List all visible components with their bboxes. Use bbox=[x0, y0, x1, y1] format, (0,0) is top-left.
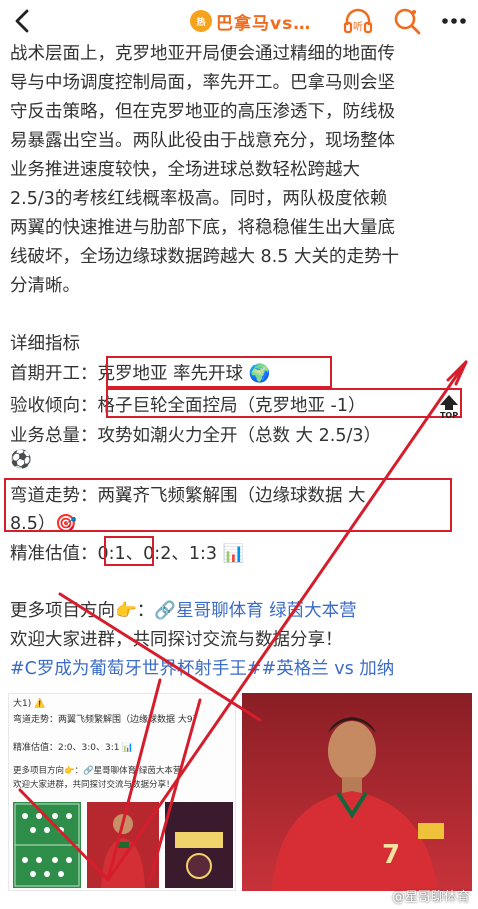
metric-key: 首期开工： bbox=[10, 364, 98, 384]
promo-poster-thumb bbox=[165, 802, 233, 888]
more-options-icon[interactable] bbox=[440, 10, 468, 32]
article-line: 易暴露出空当。两队此役由于战意充分，现场整体 bbox=[10, 131, 395, 151]
player-photo[interactable]: 7 bbox=[242, 693, 472, 891]
player-photo-thumb bbox=[87, 802, 159, 888]
metric-key: 验收倾向： bbox=[10, 396, 98, 416]
top-badge-icon[interactable]: TOP bbox=[436, 393, 462, 419]
more-label: 更多项目方向👉： bbox=[10, 601, 155, 621]
hashtag-links[interactable]: #C罗成为葡萄牙世界杯射手王##英格兰 vs 加纳 bbox=[10, 655, 394, 680]
thumb-line: 欢迎大家进群，共同探讨交流与数据分享！ bbox=[13, 780, 175, 790]
jersey-number: 7 bbox=[382, 840, 400, 870]
highlight-box-estimate bbox=[104, 536, 154, 566]
article-line: 两翼的快速推进与肋部下底，将稳稳催生出大量底 bbox=[10, 218, 395, 238]
article-line: 导与中场调度控制局面，率先开工。巴拿马则会坚 bbox=[10, 73, 395, 93]
metric-key: 业务总量： bbox=[10, 426, 98, 446]
page-title[interactable]: 巴拿马vs… bbox=[216, 9, 311, 34]
watermark: @星哥聊体育 bbox=[391, 890, 470, 905]
estimate-spacer bbox=[4, 536, 100, 566]
article-line: 分清晰。 bbox=[10, 276, 80, 296]
svg-text:TOP: TOP bbox=[440, 411, 458, 419]
article-line: 战术层面上，克罗地亚开局便会通过精细的地面传 bbox=[10, 44, 395, 64]
soccer-ball-icon: ⚽ bbox=[10, 450, 32, 470]
article-line: 业务推进速度较快，全场进球总数轻松跨越大 bbox=[10, 160, 360, 180]
thumb-line: 大1) ⚠️ bbox=[13, 699, 46, 709]
thumb-line: 精准估值：2:0、3:0、3:1 📊 bbox=[13, 743, 134, 753]
search-icon[interactable] bbox=[392, 6, 422, 36]
welcome-text: 欢迎大家进群，共同探讨交流与数据分享！ bbox=[10, 630, 343, 650]
metric-row-ball-emoji: ⚽ bbox=[10, 450, 32, 470]
metrics-heading: 详细指标 bbox=[10, 334, 80, 354]
article-line: 2.5/3的考核红线概率极高。同时，两队极度依赖 bbox=[10, 189, 388, 209]
svg-text:听: 听 bbox=[353, 21, 363, 33]
thumb-line: 弯道走势：两翼飞频繁解围（边缘球数据 大9) bbox=[13, 715, 197, 725]
metric-value: 攻势如潮火力全开（总数 大 2.5/3） bbox=[97, 426, 382, 446]
back-arrow-icon[interactable] bbox=[10, 7, 36, 35]
article-line: 守反击策略，但在克罗地亚的高压渗透下，防线极 bbox=[10, 102, 395, 122]
top-bar: 热 巴拿马vs… 听 bbox=[0, 0, 478, 42]
metric-value-extra: 0:2、1:3 📊 bbox=[143, 544, 245, 564]
screenshot-thumbnail[interactable]: 大1) ⚠️ 弯道走势：两翼飞频繁解围（边缘球数据 大9) 精准估值：2:0、3… bbox=[8, 693, 236, 891]
highlight-box-kickoff bbox=[106, 356, 332, 388]
group-link[interactable]: 🔗星哥聊体育 绿茵大本营 bbox=[154, 601, 356, 621]
article-body: 战术层面上，克罗地亚开局便会通过精细的地面传 导与中场调度控制局面，率先开工。巴… bbox=[10, 40, 472, 301]
more-directions: 更多项目方向👉：🔗星哥聊体育 绿茵大本营 bbox=[10, 597, 357, 622]
highlight-box-tendency bbox=[106, 388, 462, 418]
thumb-line: 更多项目方向👉：🔗星哥聊体育 绿茵大本营 bbox=[13, 766, 182, 776]
article-line: 线破坏，全场边缘球数据跨越大 8.5 大关的走势十 bbox=[10, 247, 399, 267]
highlight-box-trend bbox=[4, 478, 452, 532]
lineup-graphic bbox=[13, 802, 81, 888]
topic-avatar-icon[interactable]: 热 bbox=[190, 10, 212, 32]
listen-headphones-icon[interactable]: 听 bbox=[342, 6, 374, 38]
metric-row-total: 业务总量：攻势如潮火力全开（总数 大 2.5/3） bbox=[10, 422, 381, 447]
